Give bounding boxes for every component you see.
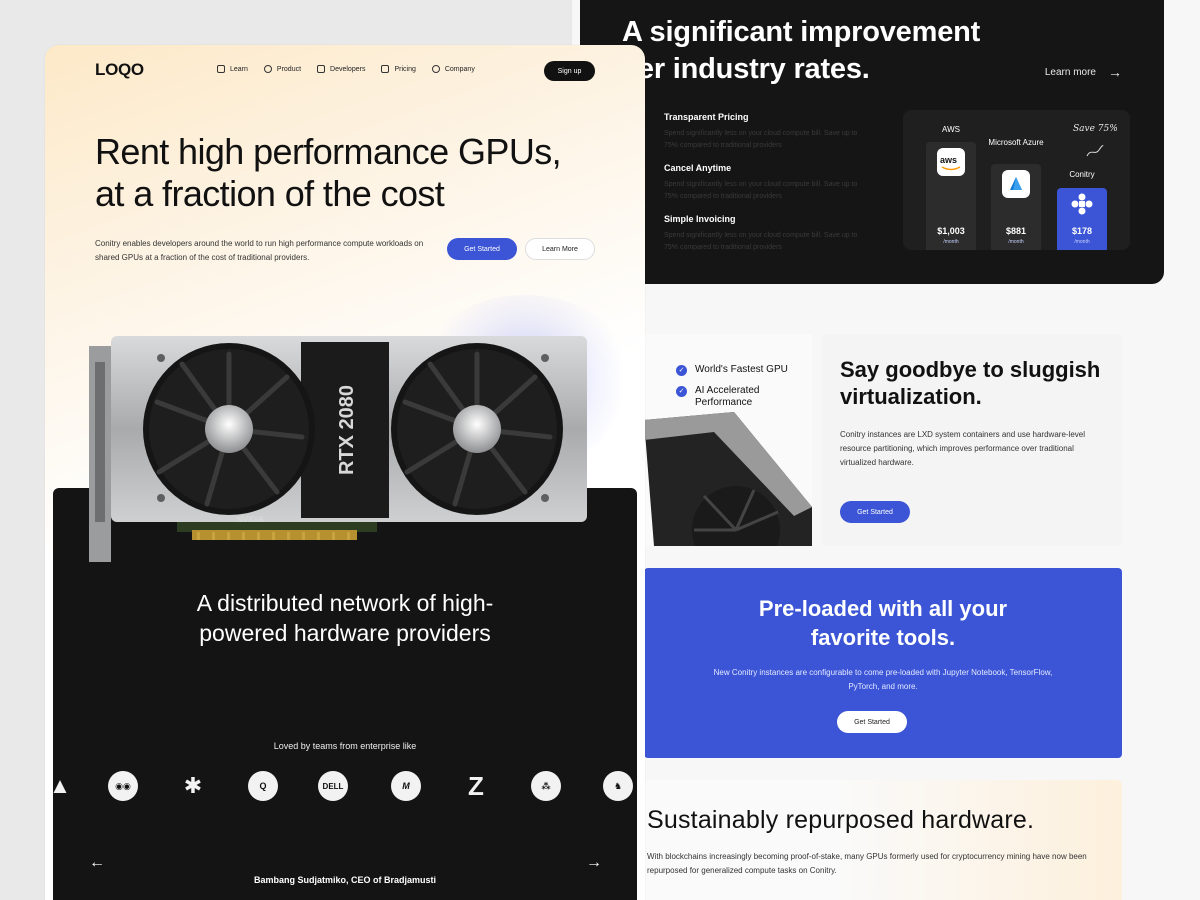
pricing-heading: A significant improvement ver industry r… <box>622 16 981 85</box>
network-heading: A distributed network of high- powered h… <box>196 590 494 646</box>
price-comparison-card: AWS Microsoft Azure Conitry Save 75% aws… <box>903 110 1130 250</box>
nav-item-company[interactable]: Company <box>431 65 475 73</box>
client-logos: ▲ ◉◉ ✱ Q DELL M Z ⁂ ♞ <box>45 771 645 807</box>
azure-price-column: $881 /month <box>991 164 1041 250</box>
feature-item: Cancel Anytime Spend significantly less … <box>594 157 857 203</box>
gpu-closeup-image <box>644 412 812 546</box>
conitry-price-column: $178 /month <box>1057 188 1107 250</box>
q-logo: Q <box>248 771 278 801</box>
feature-item: Transparent Pricing Spend significantly … <box>594 106 857 152</box>
nav-menu: Learn Product Developers Pricing Company <box>217 65 475 73</box>
zendesk-logo: Z <box>468 770 484 801</box>
provider-name: Microsoft Azure <box>988 138 1044 147</box>
aws-logo: aws <box>937 148 965 176</box>
receipt-icon <box>381 65 390 73</box>
save-note: Save 75% <box>1073 124 1118 134</box>
gpu-brand-label: NVIDIA <box>237 515 264 524</box>
arrow-left-icon[interactable]: ← <box>89 854 105 872</box>
virtualization-section: ✓ World's Fastest GPU ✓ AI Accelerated P… <box>644 334 1122 546</box>
sign-up-button[interactable]: Sign up <box>544 61 595 81</box>
get-started-button[interactable]: Get Started <box>447 238 517 260</box>
aws-price-column: aws $1,003 /month <box>926 142 976 250</box>
loved-by-caption: Loved by teams from enterprise like <box>273 741 417 751</box>
evernote-logo: ♞ <box>603 771 633 801</box>
virtualization-description: Conitry instances are LXD system contain… <box>840 430 1086 467</box>
provider-name: Conitry <box>1069 170 1095 179</box>
hero-subtitle: Conitry enables developers around the wo… <box>95 239 424 262</box>
gpu-feature-image: ✓ World's Fastest GPU ✓ AI Accelerated P… <box>644 334 812 546</box>
secondary-page: A significant improvement ver industry r… <box>572 0 1200 900</box>
learn-more-button[interactable]: Learn More <box>525 238 595 260</box>
landing-page-card: LOQO Learn Product Developers Pricing Co… <box>45 45 645 900</box>
checkmark-icon: ✓ <box>676 386 687 397</box>
learn-more-link[interactable]: Learn more → <box>1045 64 1122 80</box>
asterisk-logo: ✱ <box>183 773 203 798</box>
testimonial-author: Bambang Sudjatmiko, CEO of Bradjamusti <box>253 875 437 885</box>
brand-logo[interactable]: LOQO <box>95 60 144 80</box>
dell-logo: DELL <box>318 771 348 801</box>
azure-logo <box>1002 170 1030 198</box>
nav-item-pricing[interactable]: Pricing <box>381 65 416 73</box>
mitsubishi-logo: ▲ <box>49 773 71 798</box>
tools-description: New Conitry instances are configurable t… <box>713 668 1053 691</box>
blackberry-logo: ⁂ <box>531 771 561 801</box>
conitry-logo <box>1070 192 1094 216</box>
feature-checklist: ✓ World's Fastest GPU ✓ AI Accelerated P… <box>676 364 806 418</box>
sustainability-section: Sustainably repurposed hardware. With bl… <box>644 780 1122 900</box>
provider-name: AWS <box>942 125 960 134</box>
feature-item: Simple Invoicing Spend significantly les… <box>594 208 857 254</box>
sustainability-description: With blockchains increasingly becoming p… <box>647 852 1087 875</box>
top-nav: LOQO Learn Product Developers Pricing Co… <box>45 45 645 97</box>
arrow-right-icon: → <box>1108 64 1122 80</box>
checkmark-icon: ✓ <box>676 365 687 376</box>
tools-banner: Pre-loaded with all your favorite tools. … <box>644 568 1122 758</box>
check-item: ✓ AI Accelerated Performance <box>676 385 806 409</box>
code-icon <box>317 65 326 73</box>
hero-title: Rent high performance GPUs, at a fractio… <box>95 131 562 214</box>
get-started-button[interactable]: Get Started <box>840 501 910 523</box>
virtualization-card: Say goodbye to sluggish virtualization. … <box>822 334 1122 546</box>
get-started-button[interactable]: Get Started <box>837 711 907 733</box>
gpu-card-image: RTX 2080 NVIDIA <box>89 336 587 562</box>
nav-item-learn[interactable]: Learn <box>217 65 248 73</box>
tripadvisor-logo: ◉◉ <box>108 771 138 801</box>
sustainability-heading: Sustainably repurposed hardware. <box>647 806 1035 834</box>
building-icon <box>431 65 440 73</box>
gpu-model-label: RTX 2080 <box>336 385 358 475</box>
book-icon <box>217 65 225 73</box>
tools-heading: Pre-loaded with all your favorite tools. <box>758 596 1008 650</box>
nav-item-developers[interactable]: Developers <box>317 65 365 73</box>
squiggle-arrow-icon <box>1086 145 1104 157</box>
nav-item-product[interactable]: Product <box>263 65 301 73</box>
pricing-comparison-section: A significant improvement ver industry r… <box>580 0 1164 284</box>
arrow-right-icon[interactable]: → <box>586 854 602 872</box>
m-logo: M <box>391 771 421 801</box>
check-item: ✓ World's Fastest GPU <box>676 364 806 376</box>
cube-icon <box>263 65 272 73</box>
virtualization-heading: Say goodbye to sluggish virtualization. <box>840 357 1101 409</box>
